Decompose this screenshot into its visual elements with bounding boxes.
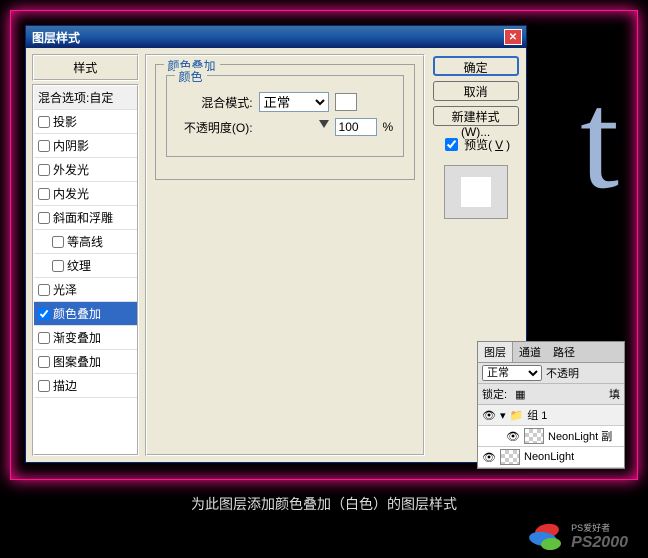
tab-paths[interactable]: 路径 bbox=[547, 342, 581, 362]
style-item-11[interactable]: 描边 bbox=[34, 374, 137, 398]
color-swatch[interactable] bbox=[335, 93, 357, 111]
style-item-5[interactable]: 等高线 bbox=[34, 230, 137, 254]
blend-mode-select[interactable]: 正常 bbox=[259, 92, 329, 112]
preview-inner bbox=[461, 177, 491, 207]
style-item-6[interactable]: 纹理 bbox=[34, 254, 137, 278]
layer-blend-mode-select[interactable]: 正常 bbox=[482, 365, 542, 381]
style-checkbox[interactable] bbox=[52, 236, 64, 248]
opacity-slider[interactable] bbox=[259, 120, 329, 134]
style-item-0[interactable]: 投影 bbox=[34, 110, 137, 134]
layer-style-dialog: 图层样式 ✕ 样式 混合选项:自定 投影内阴影外发光内发光斜面和浮雕等高线纹理光… bbox=[25, 25, 527, 463]
style-label: 图案叠加 bbox=[53, 353, 101, 370]
style-checkbox[interactable] bbox=[38, 380, 50, 392]
style-item-4[interactable]: 斜面和浮雕 bbox=[34, 206, 137, 230]
cancel-button[interactable]: 取消 bbox=[433, 81, 519, 101]
style-item-1[interactable]: 内阴影 bbox=[34, 134, 137, 158]
style-checkbox[interactable] bbox=[38, 356, 50, 368]
new-style-button[interactable]: 新建样式(W)... bbox=[433, 106, 519, 126]
style-label: 内阴影 bbox=[53, 137, 89, 154]
layer-name[interactable]: NeonLight bbox=[524, 451, 620, 463]
blend-mode-label: 混合模式: bbox=[177, 94, 253, 111]
style-label: 等高线 bbox=[67, 233, 103, 250]
style-item-9[interactable]: 渐变叠加 bbox=[34, 326, 137, 350]
style-checkbox[interactable] bbox=[38, 116, 50, 128]
styles-header[interactable]: 样式 bbox=[32, 54, 139, 81]
opacity-unit: % bbox=[383, 120, 394, 134]
style-checkbox[interactable] bbox=[52, 260, 64, 272]
tutorial-caption: 为此图层添加颜色叠加（白色）的图层样式 bbox=[0, 494, 648, 514]
watermark-logo: PS爱好者 PS2000 bbox=[527, 521, 628, 552]
blending-options-item[interactable]: 混合选项:自定 bbox=[34, 86, 137, 110]
slider-thumb-icon[interactable] bbox=[319, 120, 329, 128]
layer-opacity-label: 不透明 bbox=[546, 365, 579, 381]
style-label: 纹理 bbox=[67, 257, 91, 274]
preview-checkbox[interactable] bbox=[445, 138, 458, 151]
visibility-icon[interactable]: 👁 bbox=[482, 451, 496, 464]
style-checkbox[interactable] bbox=[38, 164, 50, 176]
style-label: 斜面和浮雕 bbox=[53, 209, 113, 226]
style-checkbox[interactable] bbox=[38, 284, 50, 296]
canvas-preview-text: t bbox=[580, 71, 619, 211]
visibility-icon[interactable]: 👁 bbox=[506, 430, 520, 443]
style-checkbox[interactable] bbox=[38, 332, 50, 344]
style-label: 渐变叠加 bbox=[53, 329, 101, 346]
logo-small-text: PS爱好者 bbox=[571, 521, 628, 534]
layer-name[interactable]: 组 1 bbox=[527, 407, 620, 423]
style-label: 投影 bbox=[53, 113, 77, 130]
tutorial-frame: t 图层样式 ✕ 样式 混合选项:自定 投影内阴影外发光内发光斜面和浮雕等高线纹… bbox=[10, 10, 638, 480]
swirl-icon bbox=[527, 524, 567, 550]
preview-swatch bbox=[444, 165, 508, 219]
style-checkbox[interactable] bbox=[38, 212, 50, 224]
preview-checkbox-label[interactable]: 预览(V) bbox=[441, 135, 510, 154]
style-label: 光泽 bbox=[53, 281, 77, 298]
style-checkbox[interactable] bbox=[38, 308, 50, 320]
style-label: 颜色叠加 bbox=[53, 305, 101, 322]
layer-thumbnail[interactable] bbox=[524, 428, 544, 444]
style-item-8[interactable]: 颜色叠加 bbox=[34, 302, 137, 326]
folder-icon: 📁 bbox=[510, 409, 524, 422]
fill-label: 填 bbox=[609, 386, 620, 402]
style-item-2[interactable]: 外发光 bbox=[34, 158, 137, 182]
tab-channels[interactable]: 通道 bbox=[513, 342, 547, 362]
styles-list: 混合选项:自定 投影内阴影外发光内发光斜面和浮雕等高线纹理光泽颜色叠加渐变叠加图… bbox=[32, 84, 139, 456]
lock-transparency-icon[interactable]: ▦ bbox=[515, 388, 525, 401]
style-item-7[interactable]: 光泽 bbox=[34, 278, 137, 302]
style-item-10[interactable]: 图案叠加 bbox=[34, 350, 137, 374]
group-title: 颜色 bbox=[175, 68, 207, 85]
layer-thumbnail[interactable] bbox=[500, 449, 520, 465]
ok-button[interactable]: 确定 bbox=[433, 56, 519, 76]
style-label: 描边 bbox=[53, 377, 77, 394]
tab-layers[interactable]: 图层 bbox=[478, 342, 513, 362]
opacity-label: 不透明度(O): bbox=[177, 119, 253, 136]
close-icon[interactable]: ✕ bbox=[504, 29, 522, 45]
style-checkbox[interactable] bbox=[38, 188, 50, 200]
layers-list: 👁▾📁组 1👁NeonLight 副👁NeonLight bbox=[478, 405, 624, 468]
style-item-3[interactable]: 内发光 bbox=[34, 182, 137, 206]
lock-label: 锁定: bbox=[482, 386, 507, 402]
layer-item-1[interactable]: 👁 NeonLight 副 bbox=[478, 426, 624, 447]
opacity-input[interactable] bbox=[335, 118, 377, 136]
folder-toggle-icon[interactable]: ▾ bbox=[500, 409, 506, 422]
dialog-titlebar[interactable]: 图层样式 ✕ bbox=[26, 26, 526, 48]
style-checkbox[interactable] bbox=[38, 140, 50, 152]
layer-name[interactable]: NeonLight 副 bbox=[548, 428, 620, 444]
style-label: 内发光 bbox=[53, 185, 89, 202]
logo-text: PS2000 bbox=[571, 534, 628, 552]
style-settings-panel: 颜色叠加 颜色 混合模式: 正常 不透明度(O): bbox=[145, 54, 426, 456]
style-label: 外发光 bbox=[53, 161, 89, 178]
layer-item-0[interactable]: 👁 ▾ 📁组 1 bbox=[478, 405, 624, 426]
visibility-icon[interactable]: 👁 bbox=[482, 409, 496, 422]
dialog-title: 图层样式 bbox=[32, 29, 504, 46]
layers-panel: 图层 通道 路径 正常 不透明 锁定: ▦ 填 👁▾📁组 1👁NeonLight… bbox=[477, 341, 625, 469]
layer-item-2[interactable]: 👁 NeonLight bbox=[478, 447, 624, 468]
